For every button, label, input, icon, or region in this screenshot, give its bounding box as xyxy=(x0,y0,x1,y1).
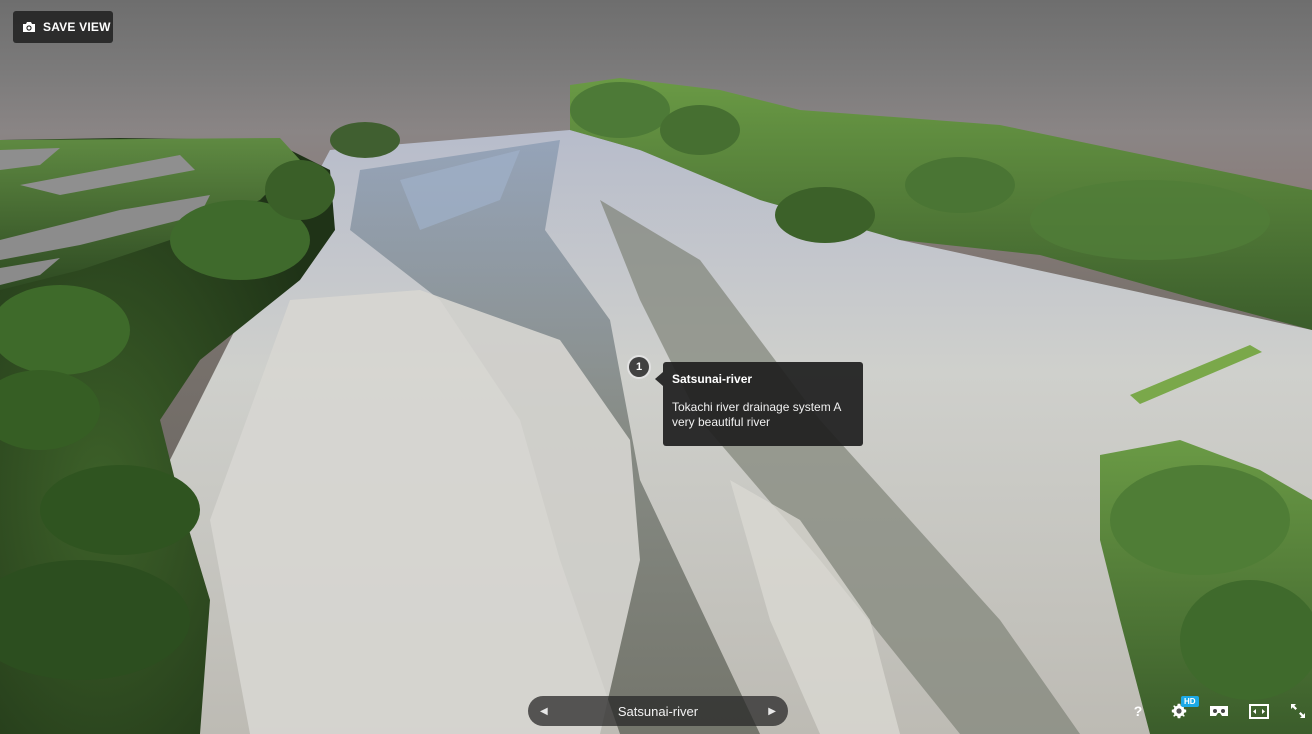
annotation-tooltip: Satsunai-river Tokachi river drainage sy… xyxy=(663,362,863,446)
save-view-button[interactable]: SAVE VIEW xyxy=(13,11,113,43)
annotation-nav-label[interactable]: Satsunai-river xyxy=(618,704,698,719)
fullscreen-icon xyxy=(1291,704,1305,718)
annotation-title: Satsunai-river xyxy=(672,372,753,386)
theatre-mode-icon xyxy=(1249,703,1269,719)
scene-3d-model[interactable] xyxy=(0,0,1312,734)
chevron-left-icon[interactable]: ◀ xyxy=(540,706,548,717)
vr-button[interactable] xyxy=(1208,700,1230,722)
fullscreen-button[interactable] xyxy=(1288,700,1308,722)
camera-icon xyxy=(23,22,35,32)
annotation-navigator: ◀ Satsunai-river ▶ xyxy=(528,696,788,726)
annotation-description: Tokachi river drainage system A very bea… xyxy=(672,400,841,429)
theatre-mode-button[interactable] xyxy=(1247,700,1271,722)
help-button[interactable]: ? xyxy=(1129,700,1147,722)
vr-headset-icon xyxy=(1210,706,1228,716)
model-viewer[interactable]: SAVE VIEW 1 Satsunai-river Tokachi river… xyxy=(0,0,1312,734)
save-view-label: SAVE VIEW xyxy=(43,20,111,34)
annotation-pointer xyxy=(655,372,663,386)
hd-badge[interactable]: HD xyxy=(1181,696,1199,707)
annotation-marker[interactable]: 1 xyxy=(627,355,651,379)
chevron-right-icon[interactable]: ▶ xyxy=(768,706,776,717)
